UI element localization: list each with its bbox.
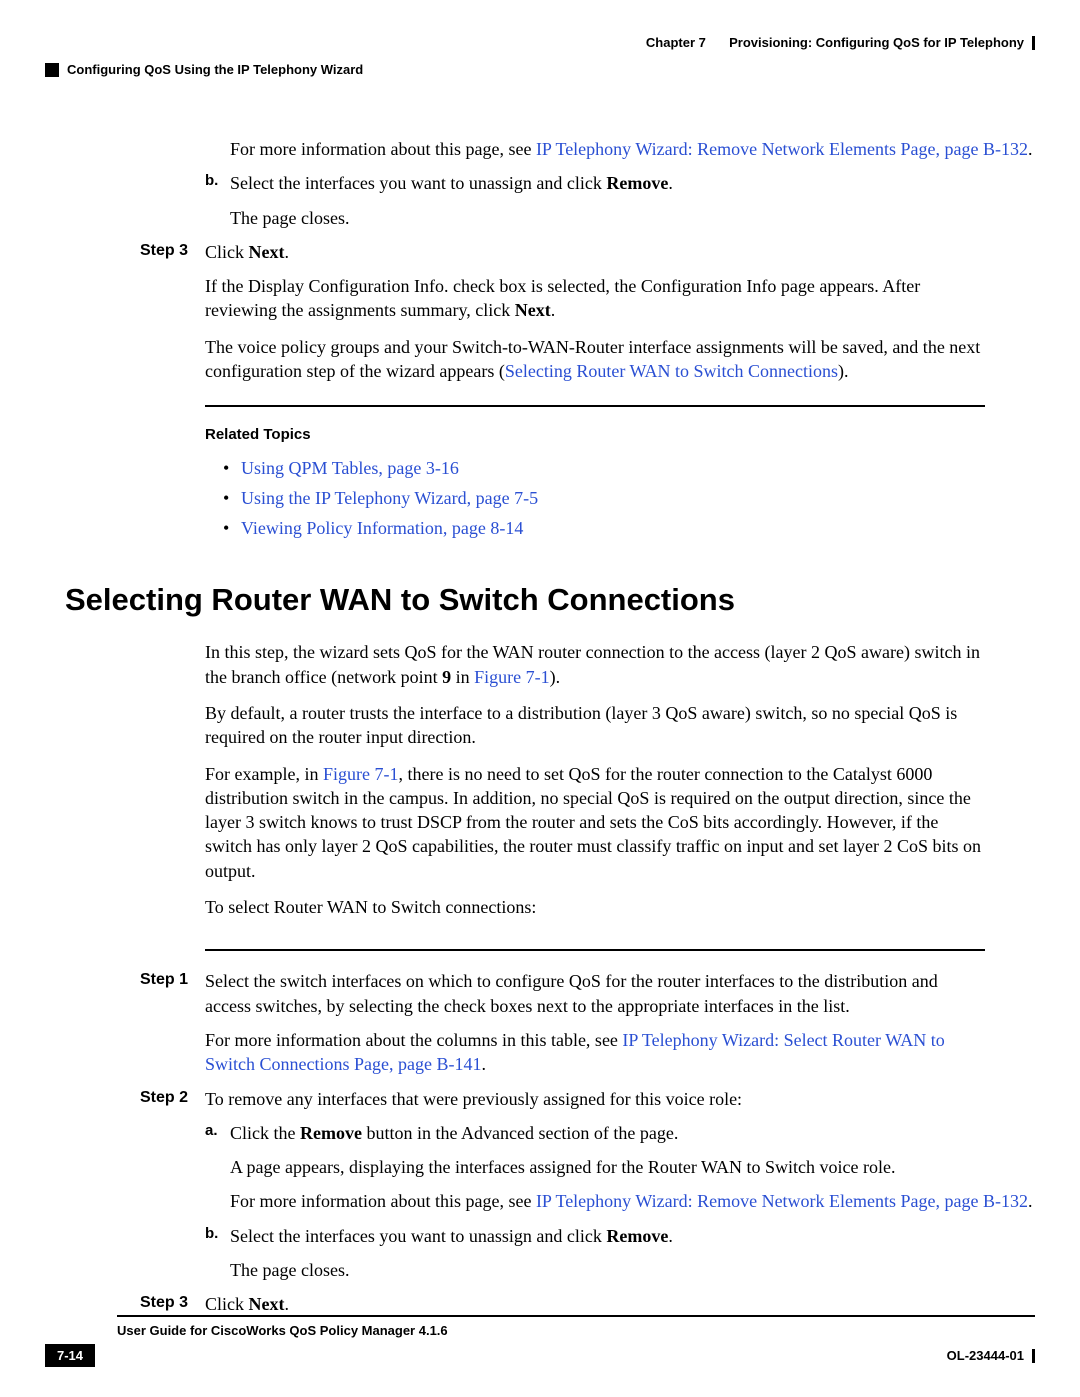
square-bullet-icon xyxy=(45,63,59,77)
section-heading: Selecting Router WAN to Switch Connectio… xyxy=(65,579,1035,621)
link-remove-elements-p2[interactable]: IP Telephony Wizard: Remove Network Elem… xyxy=(536,1191,1028,1211)
link-using-telephony-wizard[interactable]: Using the IP Telephony Wizard, page 7-5 xyxy=(241,486,538,510)
body-text: For more information about the columns i… xyxy=(205,1028,985,1077)
section-title: Configuring QoS Using the IP Telephony W… xyxy=(67,62,363,77)
body-text: If the Display Configuration Info. check… xyxy=(205,274,985,323)
body-text: Select the switch interfaces on which to… xyxy=(205,969,985,1018)
body-text: The voice policy groups and your Switch-… xyxy=(205,335,985,384)
link-viewing-policy-info[interactable]: Viewing Policy Information, page 8-14 xyxy=(241,516,523,540)
substep-a: a. Click the Remove button in the Advanc… xyxy=(205,1121,985,1145)
step-label: Step 2 xyxy=(45,1087,205,1111)
step-label: Step 3 xyxy=(45,240,205,264)
substep-label: a. xyxy=(205,1121,230,1145)
link-using-qpm-tables[interactable]: Using QPM Tables, page 3-16 xyxy=(241,456,459,480)
step-3-top: Step 3 Click Next. xyxy=(45,240,1035,264)
chapter-title: Provisioning: Configuring QoS for IP Tel… xyxy=(729,35,1024,50)
step-1: Step 1 Select the switch interfaces on w… xyxy=(45,969,1035,1076)
page-number: 7-14 xyxy=(45,1344,95,1367)
bullet-icon: • xyxy=(223,486,241,510)
link-figure-7-1b[interactable]: Figure 7-1 xyxy=(323,764,399,784)
body-text: In this step, the wizard sets QoS for th… xyxy=(205,640,985,689)
substep-b-top: b. Select the interfaces you want to una… xyxy=(205,171,985,195)
footer-rule-icon xyxy=(1032,1349,1035,1363)
related-topic-item: • Using the IP Telephony Wizard, page 7-… xyxy=(223,486,1035,510)
doc-id: OL-23444-01 xyxy=(947,1348,1024,1363)
link-figure-7-1a[interactable]: Figure 7-1 xyxy=(474,667,550,687)
page-footer: User Guide for CiscoWorks QoS Policy Man… xyxy=(45,1315,1035,1367)
related-topic-item: • Viewing Policy Information, page 8-14 xyxy=(223,516,1035,540)
horizontal-rule-icon xyxy=(205,949,985,951)
body-text: To remove any interfaces that were previ… xyxy=(205,1087,1035,1111)
body-text: By default, a router trusts the interfac… xyxy=(205,701,985,750)
related-topic-item: • Using QPM Tables, page 3-16 xyxy=(223,456,1035,480)
book-title: User Guide for CiscoWorks QoS Policy Man… xyxy=(117,1315,1035,1338)
substep-label: b. xyxy=(205,1224,230,1248)
step-2: Step 2 To remove any interfaces that wer… xyxy=(45,1087,1035,1111)
running-header: Chapter 7 Provisioning: Configuring QoS … xyxy=(45,35,1035,50)
link-selecting-router-wan[interactable]: Selecting Router WAN to Switch Connectio… xyxy=(505,361,838,381)
related-topics-heading: Related Topics xyxy=(205,425,1035,445)
body-text: The page closes. xyxy=(230,206,1035,230)
horizontal-rule-icon xyxy=(205,405,985,407)
step-label: Step 1 xyxy=(45,969,205,1076)
chapter-label: Chapter 7 xyxy=(646,35,706,50)
step-3: Step 3 Click Next. xyxy=(45,1292,1035,1316)
body-text: A page appears, displaying the interface… xyxy=(230,1155,1035,1179)
bullet-icon: • xyxy=(223,456,241,480)
step-label: Step 3 xyxy=(45,1292,205,1316)
running-subheader: Configuring QoS Using the IP Telephony W… xyxy=(45,62,1035,77)
substep-b: b. Select the interfaces you want to una… xyxy=(205,1224,985,1248)
link-remove-elements-p1[interactable]: IP Telephony Wizard: Remove Network Elem… xyxy=(536,139,1028,159)
body-text: To select Router WAN to Switch connectio… xyxy=(205,895,985,919)
bullet-icon: • xyxy=(223,516,241,540)
substep-label: b. xyxy=(205,171,230,195)
body-text: For more information about this page, se… xyxy=(230,137,1035,161)
header-rule-icon xyxy=(1032,36,1035,50)
body-text: The page closes. xyxy=(230,1258,1035,1282)
body-text: For more information about this page, se… xyxy=(230,1189,1035,1213)
body-text: For example, in Figure 7-1, there is no … xyxy=(205,762,985,883)
